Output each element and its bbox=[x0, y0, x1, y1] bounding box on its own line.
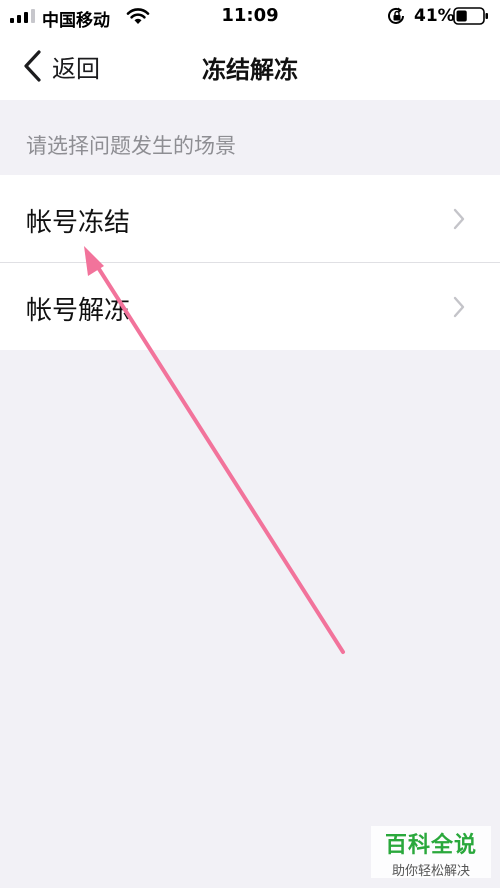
list-item-account-freeze[interactable]: 帐号冻结 bbox=[0, 175, 500, 263]
watermark-subtitle: 助你轻松解决 bbox=[391, 864, 470, 879]
section-header-text: 请选择问题发生的场景 bbox=[26, 134, 236, 158]
watermark-logo: 百科全说 助你轻松解决 bbox=[371, 826, 491, 879]
watermark-title: 百科全说 bbox=[384, 833, 477, 858]
section-header: 请选择问题发生的场景 bbox=[0, 100, 500, 175]
scene-list: 帐号冻结 帐号解冻 bbox=[0, 175, 500, 350]
chevron-right-icon bbox=[453, 296, 465, 318]
battery-icon bbox=[453, 7, 488, 25]
page-title: 冻结解冻 bbox=[202, 56, 298, 84]
navigation-bar: 返回 冻结解冻 bbox=[0, 32, 500, 100]
rotation-lock-icon bbox=[388, 7, 404, 24]
list-item-label: 帐号解冻 bbox=[26, 296, 131, 326]
status-bar: 中国移动 11:09 41% bbox=[0, 0, 500, 32]
list-item-account-unfreeze[interactable]: 帐号解冻 bbox=[0, 263, 500, 350]
list-item-label: 帐号冻结 bbox=[26, 208, 131, 238]
chevron-right-icon bbox=[453, 208, 465, 230]
battery-percent: 41% bbox=[414, 6, 455, 26]
